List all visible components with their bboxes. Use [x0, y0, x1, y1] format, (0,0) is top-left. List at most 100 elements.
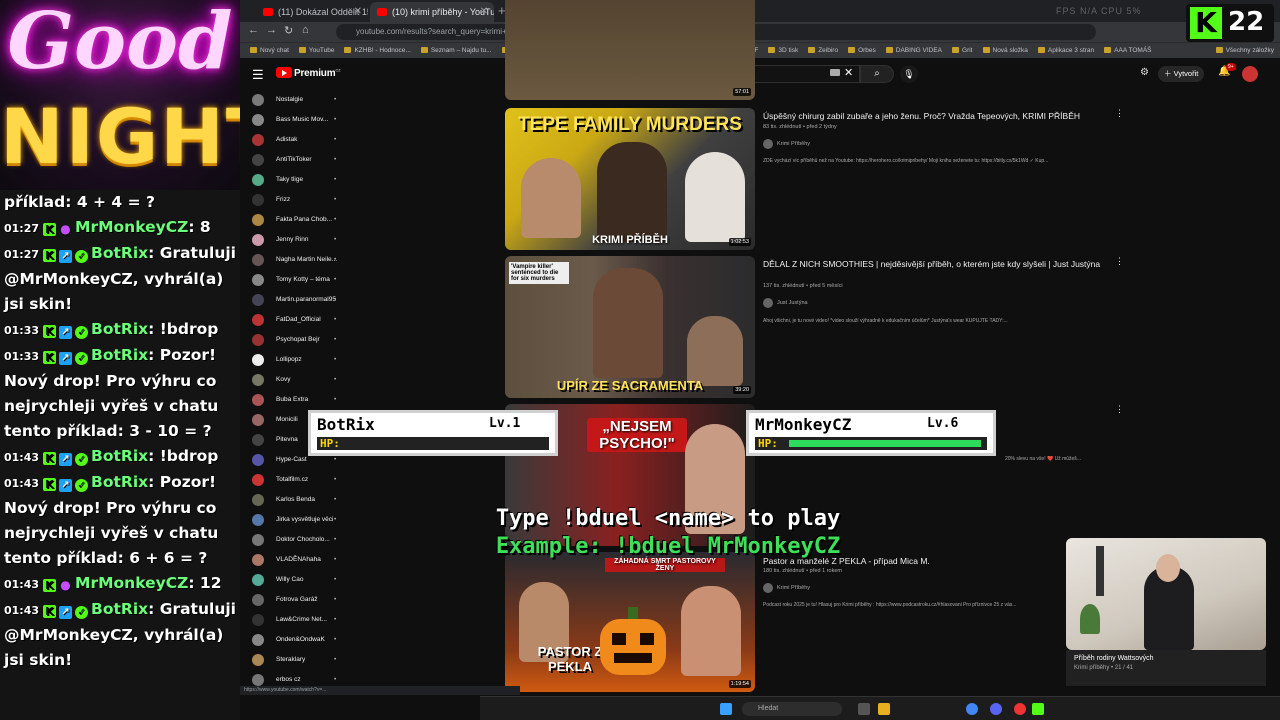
- settings-icon[interactable]: ⚙: [1140, 67, 1149, 78]
- avatar[interactable]: [1242, 66, 1258, 82]
- sidebar-channel-item[interactable]: Lollipopz •: [240, 350, 345, 370]
- chat-username[interactable]: BotRix: [91, 600, 148, 618]
- close-tab-icon[interactable]: ✕: [354, 2, 362, 22]
- search-result[interactable]: TEPE FAMILY MURDERS KRIMI PŘÍBĚH 1:02:53…: [505, 108, 1124, 250]
- hamburger-menu-icon[interactable]: ☰: [252, 67, 264, 83]
- sidebar-channel-item[interactable]: Fakta Pana Chob... •: [240, 210, 345, 230]
- voice-search-icon[interactable]: 🎙: [900, 65, 918, 83]
- sidebar-channel-item[interactable]: Taky tlige •: [240, 170, 345, 190]
- app-icon[interactable]: [1014, 703, 1026, 715]
- search-result[interactable]: ZÁHADNÁ SMRT PASTOROVY ŽENY PASTOR Z PEK…: [505, 552, 1115, 694]
- bookmark-item[interactable]: Grit: [952, 43, 972, 58]
- discord-icon[interactable]: [990, 703, 1002, 715]
- video-thumbnail[interactable]: 'Vampire killer' sentenced to die for si…: [505, 256, 755, 398]
- chat-username[interactable]: BotRix: [91, 473, 148, 491]
- bookmark-item[interactable]: Orbes: [848, 43, 876, 58]
- chat-username[interactable]: BotRix: [91, 244, 148, 262]
- channel-avatar: [252, 154, 264, 166]
- sidebar-channel-item[interactable]: Jenny Rinn •: [240, 230, 345, 250]
- more-actions-icon[interactable]: ⋮: [1115, 108, 1124, 119]
- home-icon[interactable]: ⌂: [302, 24, 309, 36]
- windows-start-icon[interactable]: [720, 703, 732, 715]
- kick-icon[interactable]: [1032, 703, 1044, 715]
- sidebar-channel-item[interactable]: Psychopat Bejr •: [240, 330, 345, 350]
- result-partial-top[interactable]: 57:01: [505, 0, 1115, 100]
- close-tab-icon[interactable]: ✕: [480, 2, 488, 22]
- channel-avatar: [252, 234, 264, 246]
- chat-username[interactable]: BotRix: [91, 447, 148, 465]
- sidebar-channel-item[interactable]: Law&Crime Net... •: [240, 610, 345, 630]
- video-thumbnail[interactable]: TEPE FAMILY MURDERS KRIMI PŘÍBĚH 1:02:53: [505, 108, 755, 250]
- reload-icon[interactable]: ↻: [284, 24, 293, 37]
- sidebar-channel-item[interactable]: Fotrova Garáž •: [240, 590, 345, 610]
- youtube-logo[interactable]: PremiumCZ: [276, 67, 341, 79]
- webcam-miniplayer[interactable]: [1066, 538, 1266, 650]
- channel-name[interactable]: Krimi Příběhy: [763, 139, 810, 149]
- sidebar-channel-item[interactable]: Buba Extra •: [240, 390, 345, 410]
- video-description: 20% slevu na vše! ❤️ Už můžeš...: [1005, 456, 1081, 462]
- thumbnail-person: [521, 158, 581, 238]
- tab-2-active[interactable]: (10) krimi příběhy - YouTube ✕: [370, 2, 494, 22]
- keyboard-icon[interactable]: [830, 69, 840, 76]
- back-icon[interactable]: ←: [248, 24, 259, 36]
- video-title[interactable]: Úspěšný chirurg zabil zubaře a jeho ženu…: [763, 111, 1103, 122]
- channel-avatar: [252, 614, 264, 626]
- video-duration: 1:19:54: [728, 680, 751, 688]
- sidebar-channel-item[interactable]: Nostalgie •: [240, 90, 345, 110]
- bookmark-item[interactable]: KZHB! - Hodnoce...: [344, 43, 410, 58]
- sidebar-channel-item[interactable]: Steraklary •: [240, 650, 345, 670]
- file-explorer-icon[interactable]: [878, 703, 890, 715]
- bookmark-item[interactable]: AAA TOMÁŠ: [1104, 43, 1151, 58]
- video-title[interactable]: DĚLAL Z NICH SMOOTHIES | nejděsivější př…: [763, 259, 1103, 270]
- bookmark-item[interactable]: Zeibiro: [808, 43, 838, 58]
- chrome-icon[interactable]: [966, 703, 978, 715]
- clear-search-icon[interactable]: ✕: [844, 66, 853, 79]
- bookmark-item[interactable]: Nová složka: [983, 43, 1028, 58]
- taskbar-search[interactable]: Hledat: [742, 702, 842, 716]
- sidebar-channel-label: Fotrova Garáž: [276, 596, 318, 603]
- sidebar-channel-item[interactable]: Nagha Martin Neile... •: [240, 250, 345, 270]
- chat-username[interactable]: MrMonkeyCZ: [75, 218, 188, 236]
- thumbnail-caption: KRIMI PŘÍBĚH: [592, 234, 668, 246]
- forward-icon[interactable]: →: [266, 24, 277, 36]
- search-button[interactable]: ⌕: [860, 65, 894, 83]
- chat-username[interactable]: BotRix: [91, 346, 148, 364]
- chat-username[interactable]: MrMonkeyCZ: [75, 574, 188, 592]
- bookmark-item[interactable]: YouTube: [299, 43, 335, 58]
- tab-1[interactable]: (11) Dokázal Oddělit 15-leté... ✕: [256, 2, 368, 22]
- sidebar-channel-item[interactable]: Tomy Kotty – téma •: [240, 270, 345, 290]
- miniplayer-info[interactable]: Příběh rodiny Wattsových Krimi příběhy •…: [1066, 650, 1266, 686]
- sidebar-channel-label: Jenny Rinn: [276, 236, 309, 243]
- sidebar-channel-item[interactable]: Martin.paranormal95 •: [240, 290, 345, 310]
- sidebar-channel-label: Bass Music Mov...: [276, 116, 329, 123]
- create-button[interactable]: ＋ Vytvořit: [1158, 66, 1205, 82]
- bookmark-item[interactable]: Aplikace 3 stran: [1038, 43, 1094, 58]
- sidebar-channel-item[interactable]: Adistak •: [240, 130, 345, 150]
- sidebar-channel-item[interactable]: Willy Cao •: [240, 570, 345, 590]
- bookmark-item[interactable]: DABING VIDEA: [886, 43, 942, 58]
- chat-message: 01:43 K ↗ ✓ BotRix: !bdrop: [4, 444, 236, 470]
- bookmark-item[interactable]: Seznam – Najdu tu...: [421, 43, 492, 58]
- more-actions-icon[interactable]: ⋮: [1115, 404, 1124, 415]
- sidebar-channel-label: Adistak: [276, 136, 298, 143]
- bookmark-item[interactable]: 3D tisk: [768, 43, 798, 58]
- task-view-icon[interactable]: [858, 703, 870, 715]
- duel-hud-player2: MrMonkeyCZ Lv.6 HP:: [746, 410, 996, 456]
- sidebar-channel-item[interactable]: Kovy •: [240, 370, 345, 390]
- sidebar-channel-item[interactable]: Bass Music Mov... •: [240, 110, 345, 130]
- sidebar-channel-item[interactable]: erbos cz •: [240, 670, 345, 686]
- sidebar-channel-item[interactable]: Onden&OndwaK •: [240, 630, 345, 650]
- video-thumbnail[interactable]: 57:01: [505, 0, 755, 100]
- channel-name[interactable]: Krimi Příběhy: [763, 583, 810, 593]
- sidebar-channel-item[interactable]: Frizz •: [240, 190, 345, 210]
- all-bookmarks[interactable]: Všechny záložky: [1216, 43, 1274, 58]
- bookmark-item[interactable]: Nový chat: [250, 43, 289, 58]
- more-actions-icon[interactable]: ⋮: [1115, 256, 1124, 267]
- chat-username[interactable]: BotRix: [91, 320, 148, 338]
- channel-name[interactable]: Just Justýna: [763, 298, 808, 308]
- search-result[interactable]: 'Vampire killer' sentenced to die for si…: [505, 256, 1124, 398]
- sidebar-channel-item[interactable]: AntiTikToker •: [240, 150, 345, 170]
- sidebar-channel-item[interactable]: FatDad_Official •: [240, 310, 345, 330]
- player-level: Lv.1: [489, 416, 521, 431]
- sidebar-channel-item[interactable]: Totalfilm.cz •: [240, 470, 345, 490]
